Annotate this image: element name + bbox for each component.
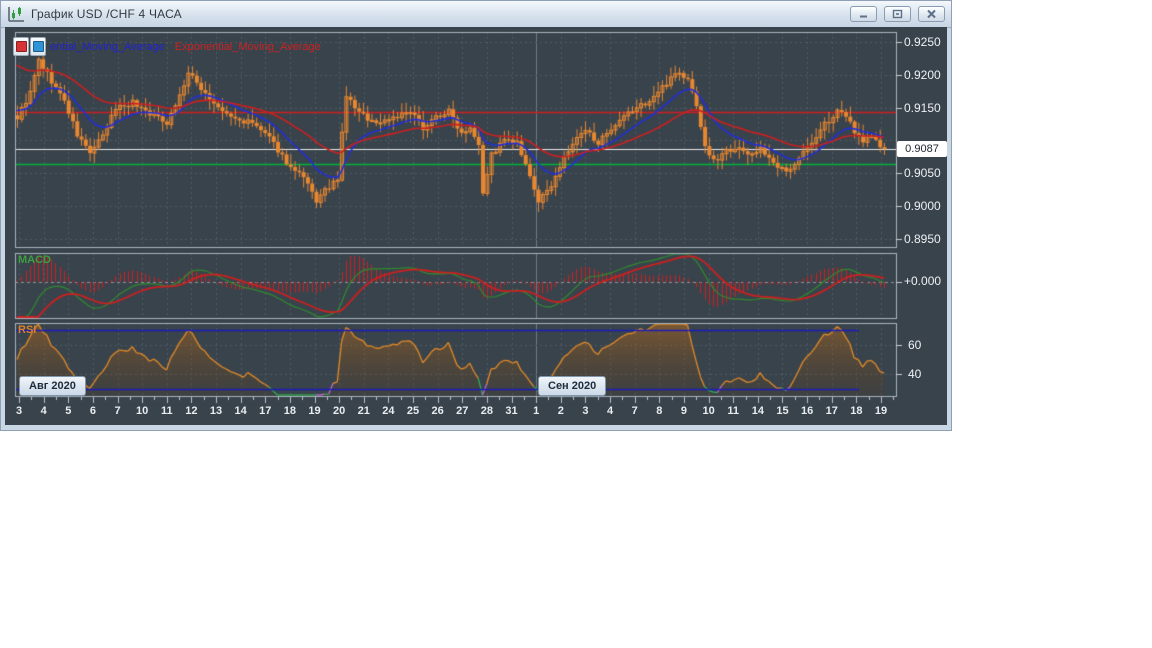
x-axis-label: 25 [406,405,420,417]
x-axis-label: 11 [727,405,740,417]
window-controls [850,6,945,22]
macd-label: MACD [18,254,51,266]
blue-square-icon [32,41,44,52]
macd-zero-label: +0.000 [904,274,942,288]
x-axis-label: 5 [65,405,72,417]
x-axis-label: 18 [283,405,297,417]
x-axis-label: 12 [185,405,198,417]
red-square-icon [15,41,27,52]
window-titlebar[interactable]: График USD /CHF 4 ЧАСА [1,1,951,28]
legend-ema-fast-label: ential_Moving_Average [50,40,165,53]
chart-canvas[interactable] [5,27,947,425]
current-price-box: 0.9087 [897,141,947,158]
indicator-toggle-red-button[interactable] [13,37,29,56]
restore-icon [892,9,903,19]
price-tick-label: 0.9150 [904,100,941,115]
legend-ema-slow-label: Exponential_Moving_Average [174,40,321,53]
x-axis-label: 21 [357,405,370,417]
x-axis-label: 8 [656,405,663,417]
x-axis-label: 16 [800,405,814,417]
indicator-legend: ential_Moving_Average Exponential_Moving… [13,37,321,56]
price-tick-label: 0.9200 [904,67,941,82]
month-label-aug: Авг 2020 [19,376,86,396]
x-axis-label: 9 [680,405,688,417]
x-axis-label: 3 [15,405,23,417]
x-axis-label: 31 [505,405,518,417]
rsi-tick-label: 40 [908,367,922,382]
x-axis-label: 3 [582,405,589,417]
x-axis-label: 7 [114,405,121,417]
x-axis-label: 28 [480,405,494,417]
close-button[interactable] [918,6,945,22]
x-axis-label: 24 [382,405,395,417]
x-axis-label: 17 [825,405,838,417]
x-axis-label: 14 [751,405,764,417]
window-title: График USD /CHF 4 ЧАСА [31,7,182,21]
minimize-button[interactable] [850,6,877,22]
x-axis-label: 10 [702,405,715,417]
chart-client-area: ential_Moving_Average Exponential_Moving… [5,27,947,425]
x-axis-label: 13 [209,405,223,417]
restore-button[interactable] [884,6,911,22]
indicator-toggle-blue-button[interactable] [30,37,46,56]
x-axis-label: 6 [89,405,96,417]
x-axis-label: 19 [874,405,888,417]
rsi-label: RSI [18,324,37,336]
x-axis-label: 27 [456,405,469,417]
x-axis-label: 17 [259,405,272,417]
price-tick-label: 0.9000 [904,199,941,214]
x-axis-label: 18 [850,405,863,417]
price-tick-label: 0.9050 [904,166,941,181]
x-axis-label: 14 [234,405,247,417]
x-axis-label: 11 [160,405,173,417]
price-tick-label: 0.8950 [904,231,941,246]
x-axis-label: 1 [533,405,540,417]
candlestick-chart-icon [8,6,25,22]
x-axis-label: 15 [776,405,789,417]
x-axis-label: 4 [607,405,614,417]
close-icon [927,9,936,19]
chart-window: График USD /CHF 4 ЧАСА ential_Moving_Ave… [0,0,952,431]
x-axis-label: 19 [308,405,321,417]
minimize-icon [860,15,867,18]
x-axis-label: 7 [631,405,638,417]
x-axis-label: 26 [431,405,444,417]
x-axis-label: 2 [557,405,564,417]
x-axis-label: 4 [40,405,47,417]
price-tick-label: 0.9250 [904,35,941,49]
x-axis-label: 20 [333,405,346,417]
month-label-sep: Сен 2020 [538,376,607,396]
rsi-tick-label: 60 [908,337,922,352]
x-axis-label: 10 [136,405,149,417]
